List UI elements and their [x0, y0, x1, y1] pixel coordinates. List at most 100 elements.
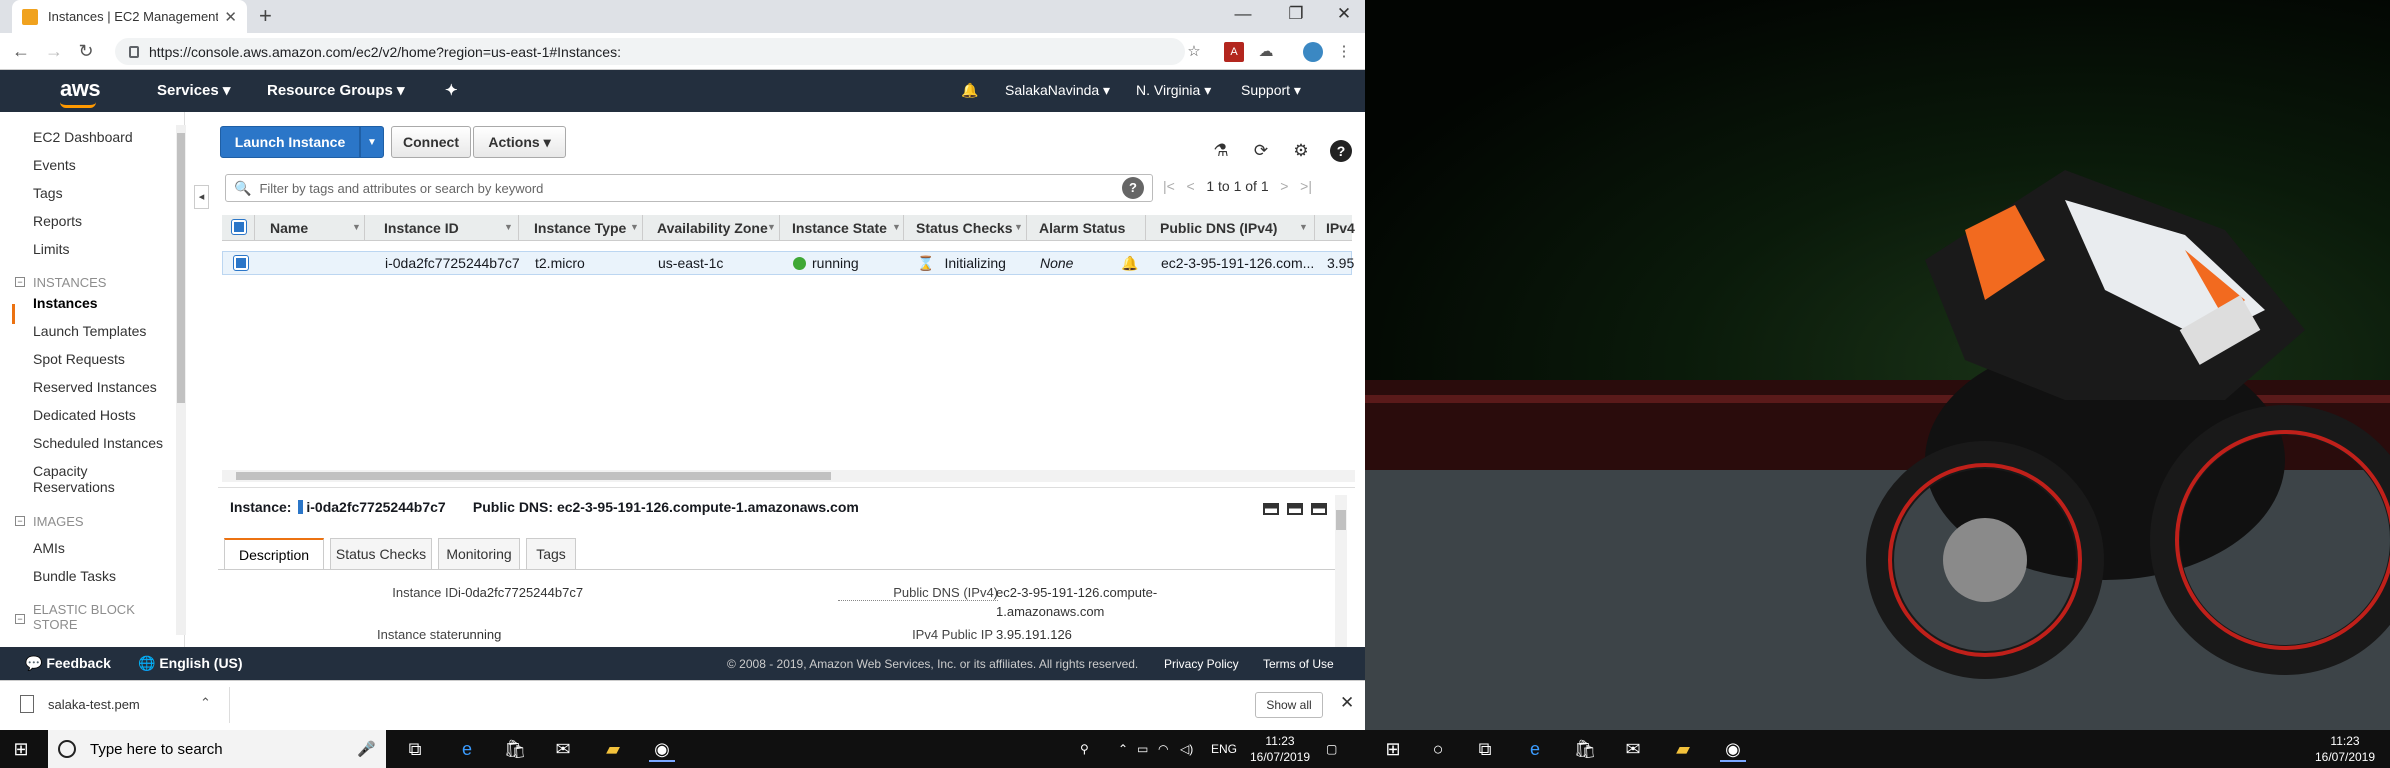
sidebar-item-events[interactable]: Events — [33, 157, 76, 173]
cloud-extension-icon[interactable]: ☁ — [1256, 42, 1276, 62]
search-circle-icon[interactable]: ○ — [1425, 736, 1451, 762]
tab-description[interactable]: Description — [224, 538, 324, 569]
settings-gear-icon[interactable]: ⚙ — [1290, 140, 1312, 162]
pin-icon[interactable]: ✦ — [445, 81, 458, 99]
show-all-button[interactable]: Show all — [1255, 692, 1323, 718]
col-instance-type[interactable]: Instance Type — [534, 220, 626, 236]
maximize-icon[interactable]: ❐ — [1278, 4, 1314, 24]
windows-start-icon[interactable]: ⊞ — [8, 736, 34, 762]
row-checkbox[interactable] — [233, 255, 249, 271]
col-availability-zone[interactable]: Availability Zone — [657, 220, 768, 236]
tray-up-icon[interactable]: ⌃ — [1118, 742, 1128, 756]
sidebar-item-limits[interactable]: Limits — [33, 241, 70, 257]
launch-dropdown-button[interactable]: ▼ — [360, 126, 384, 158]
back-icon[interactable]: ← — [10, 41, 32, 62]
address-bar[interactable]: https://console.aws.amazon.com/ec2/v2/ho… — [115, 38, 1185, 65]
first-page-icon[interactable]: |< — [1163, 178, 1175, 194]
taskbar-clock-2[interactable]: 11:23 16/07/2019 — [2310, 733, 2380, 765]
chrome-taskbar-icon[interactable]: ◉ — [649, 736, 675, 762]
search-help-icon[interactable]: ? — [1122, 177, 1144, 199]
support-menu[interactable]: Support ▾ — [1241, 82, 1301, 99]
reload-icon[interactable]: ↻ — [75, 41, 97, 62]
services-menu[interactable]: Services ▾ — [157, 81, 230, 99]
volume-icon[interactable]: ◁) — [1180, 742, 1193, 756]
sidebar-item-spot-requests[interactable]: Spot Requests — [33, 351, 125, 367]
mail-icon[interactable]: ✉ — [550, 736, 576, 762]
chrome-menu-icon[interactable]: ⋮ — [1334, 42, 1354, 62]
taskbar-clock[interactable]: 11:23 16/07/2019 — [1245, 733, 1315, 765]
download-file-name[interactable]: salaka-test.pem — [48, 697, 140, 712]
terms-link[interactable]: Terms of Use — [1263, 657, 1334, 671]
layout-middle-icon[interactable] — [1287, 503, 1303, 515]
sidebar-item-dedicated-hosts[interactable]: Dedicated Hosts — [33, 407, 136, 423]
privacy-link[interactable]: Privacy Policy — [1164, 657, 1239, 671]
tab-status-checks[interactable]: Status Checks — [330, 538, 432, 569]
table-row[interactable]: i-0da2fc7725244b7c7 t2.micro us-east-1c … — [222, 251, 1354, 275]
language-selector[interactable]: 🌐 English (US) — [138, 655, 243, 672]
tab-tags[interactable]: Tags — [526, 538, 576, 569]
store-icon-2[interactable]: 🛍 — [1572, 736, 1598, 762]
sidebar-item-ec2-dashboard[interactable]: EC2 Dashboard — [33, 129, 133, 145]
col-instance-state[interactable]: Instance State — [792, 220, 887, 236]
region-menu[interactable]: N. Virginia ▾ — [1136, 82, 1211, 99]
battery-icon[interactable]: ▭ — [1137, 742, 1148, 756]
input-language[interactable]: ENG — [1211, 742, 1237, 756]
collapse-instances-icon[interactable]: − — [15, 277, 25, 287]
layout-top-icon[interactable] — [1311, 503, 1327, 515]
mail-icon-2[interactable]: ✉ — [1620, 736, 1646, 762]
filter-search-input[interactable]: 🔍 Filter by tags and attributes or searc… — [225, 174, 1153, 202]
sidebar-item-reports[interactable]: Reports — [33, 213, 82, 229]
help-icon[interactable]: ? — [1330, 140, 1352, 162]
pdf-extension-icon[interactable]: A — [1224, 42, 1244, 62]
sidebar-item-instances[interactable]: Instances — [33, 295, 98, 311]
browser-tab[interactable]: Instances | EC2 Management Co ✕ — [12, 0, 247, 33]
taskbar-search[interactable]: Type here to search 🎤 — [48, 730, 386, 768]
connect-button[interactable]: Connect — [391, 126, 471, 158]
edge-icon-2[interactable]: e — [1522, 736, 1548, 762]
store-icon[interactable]: 🛍 — [502, 736, 528, 762]
download-chevron-icon[interactable]: ⌃ — [200, 695, 211, 711]
col-alarm-status[interactable]: Alarm Status — [1039, 220, 1125, 236]
task-view-icon[interactable]: ⧉ — [402, 736, 428, 762]
resource-groups-menu[interactable]: Resource Groups ▾ — [267, 81, 405, 99]
details-scrollbar[interactable] — [1335, 495, 1347, 647]
collapse-images-icon[interactable]: − — [15, 516, 25, 526]
user-menu[interactable]: SalakaNavinda ▾ — [1005, 82, 1110, 99]
close-window-icon[interactable]: ✕ — [1326, 4, 1362, 24]
col-name[interactable]: Name — [270, 220, 308, 236]
task-view-icon-2[interactable]: ⧉ — [1472, 736, 1498, 762]
forward-icon[interactable]: → — [43, 41, 65, 62]
collapse-sidebar-button[interactable]: ◂ — [194, 185, 209, 209]
refresh-icon[interactable]: ⟳ — [1250, 140, 1272, 162]
feedback-link[interactable]: 💬 Feedback — [25, 655, 111, 672]
col-public-dns[interactable]: Public DNS (IPv4) — [1160, 220, 1277, 236]
bell-icon[interactable]: 🔔 — [961, 82, 978, 99]
minimize-icon[interactable]: — — [1225, 4, 1261, 24]
layout-bottom-icon[interactable] — [1263, 503, 1279, 515]
chrome-taskbar-icon-2[interactable]: ◉ — [1720, 736, 1746, 762]
actions-button[interactable]: Actions ▾ — [473, 126, 566, 158]
sidebar-scrollbar[interactable] — [176, 125, 186, 635]
flask-icon[interactable]: ⚗ — [1210, 140, 1232, 162]
sidebar-item-bundle-tasks[interactable]: Bundle Tasks — [33, 568, 116, 584]
sidebar-item-reserved-instances[interactable]: Reserved Instances — [33, 379, 157, 395]
table-horizontal-scrollbar[interactable] — [222, 470, 1355, 482]
next-page-icon[interactable]: > — [1280, 178, 1288, 194]
wifi-icon[interactable]: ◠ — [1158, 742, 1168, 756]
create-alarm-icon[interactable]: 🔔 — [1121, 255, 1138, 272]
col-ipv4[interactable]: IPv4 — [1326, 220, 1355, 236]
col-status-checks[interactable]: Status Checks — [916, 220, 1012, 236]
bookmark-star-icon[interactable]: ☆ — [1184, 42, 1204, 62]
sidebar-item-amis[interactable]: AMIs — [33, 540, 65, 556]
split-divider[interactable] — [218, 487, 1355, 488]
profile-avatar[interactable] — [1303, 42, 1323, 62]
close-tab-icon[interactable]: ✕ — [224, 8, 237, 26]
last-page-icon[interactable]: >| — [1300, 178, 1312, 194]
aws-logo[interactable]: aws — [60, 76, 101, 102]
sidebar-item-launch-templates[interactable]: Launch Templates — [33, 323, 146, 339]
microphone-icon[interactable]: 🎤 — [357, 740, 376, 758]
new-tab-button[interactable]: + — [259, 4, 272, 28]
sidebar-item-tags[interactable]: Tags — [33, 185, 63, 201]
notifications-icon[interactable]: ▢ — [1326, 742, 1337, 756]
launch-instance-button[interactable]: Launch Instance — [220, 126, 360, 158]
